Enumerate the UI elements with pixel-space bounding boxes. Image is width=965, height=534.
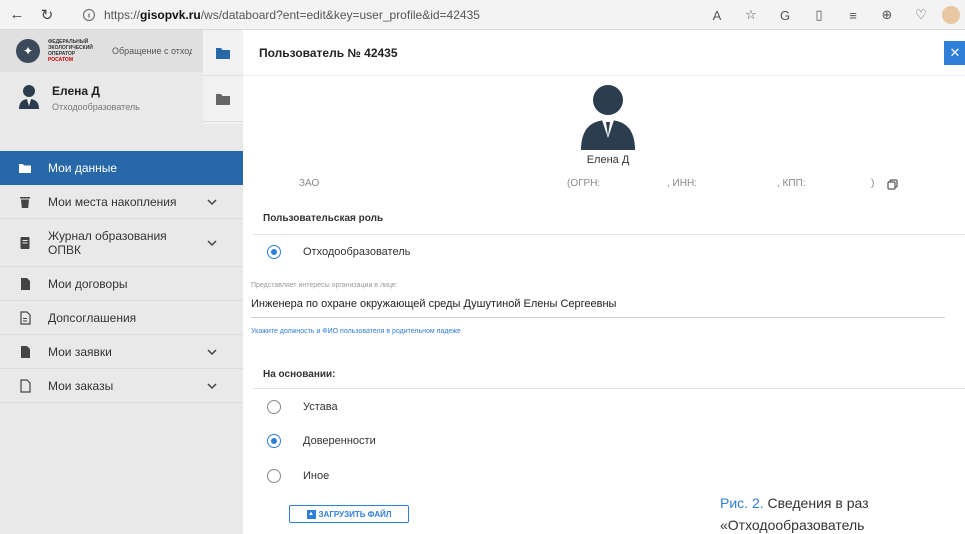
represent-input[interactable]: Инженера по охране окружающей среды Душу… [251,298,616,310]
basis-section-title: На основании: [263,369,336,380]
folder-strip [203,30,243,124]
basis-option-label: Иное [303,470,330,482]
user-profile-panel: Пользователь № 42435 ✕ Елена Д ЗАО (ОГРН… [243,30,965,534]
upload-icon: ▲ [306,509,316,519]
sidebar-menu: Мои данные Мои места накопления Журнал о… [0,151,243,403]
folder-icon [216,93,230,105]
org-close-paren: ) [871,178,875,189]
file-outline-icon [20,378,31,393]
sidebar-item-storage-places[interactable]: Мои места накопления [0,185,243,219]
panel-title: Пользователь № 42435 [243,30,965,76]
read-aloud-icon[interactable]: A [700,0,734,30]
profile-avatar[interactable] [942,6,960,24]
caption-text: Сведения в раз [763,495,869,511]
rosatom-logo-icon[interactable]: ✦ [16,39,40,63]
strip-item-active[interactable] [203,30,243,76]
represent-hint: Укажите должность и ФИО пользователя в р… [251,328,461,335]
service-notice: Обращение с отход I и II классов опасн [112,45,192,56]
profile-avatar-icon [581,85,635,150]
org-ogrn: (ОГРН: [567,178,601,189]
browser-actions: A ☆ G ▯ ≡ ⊕ ♡ [700,0,960,30]
chevron-down-icon[interactable] [207,197,217,207]
document-icon [21,277,30,290]
copy-icon[interactable] [887,179,898,190]
sidebar-item-my-data[interactable]: Мои данные [0,151,243,185]
site-info-icon[interactable] [82,8,96,22]
organization-details: ЗАО (ОГРН: , ИНН: , КПП: ) [299,178,919,194]
chevron-down-icon[interactable] [207,238,217,248]
browser-essentials-icon[interactable]: ♡ [904,0,938,30]
basis-radio[interactable] [267,400,281,414]
back-arrow-icon[interactable]: ← [4,2,30,28]
address-bar[interactable]: https://gisopvk.ru/ws/databoard?ent=edit… [82,4,692,26]
sidebar-item-requests[interactable]: Мои заявки [0,335,243,369]
divider [253,234,965,235]
basis-option-power-of-attorney[interactable]: Доверенности [267,432,376,450]
chevron-down-icon[interactable] [207,347,217,357]
user-name: Елена Д [52,84,100,98]
role-radio[interactable] [267,245,281,259]
file-icon [21,345,30,358]
close-button[interactable]: ✕ [944,41,965,65]
role-option-label: Отходообразователь [303,246,411,258]
extension-icon[interactable]: G [768,0,802,30]
favorite-star-icon[interactable]: ☆ [734,0,768,30]
represent-label: Представляет интересы организации в лице… [251,282,398,289]
folder-icon [19,164,31,173]
basis-radio[interactable] [267,469,281,483]
role-option[interactable]: Отходообразователь [267,243,410,261]
upload-file-button[interactable]: ▲ ЗАГРУЗИТЬ ФАЙЛ [289,505,409,523]
user-avatar-icon [19,85,39,109]
divider [253,388,965,389]
sidebar-item-supplements[interactable]: Допсоглашения [0,301,243,335]
basis-option-other[interactable]: Иное [267,467,329,485]
split-screen-icon[interactable]: ▯ [802,0,836,30]
figure-number: Рис. 2. [720,495,764,511]
profile-name: Елена Д [586,154,630,166]
org-kpp: , КПП: [777,178,806,189]
trash-icon [20,196,30,208]
user-role: Отходообразователь [52,102,140,112]
browser-toolbar: ← ↻ https://gisopvk.ru/ws/databoard?ent=… [0,0,965,30]
collections-icon[interactable]: ⊕ [870,0,904,30]
url-path: /ws/databoard?ent=edit&key=user_profile&… [200,8,480,22]
url-host: gisopvk.ru [140,8,201,22]
folder-icon [216,47,230,59]
sidebar-item-opvk-journal[interactable]: Журнал образования ОПВК [0,219,243,267]
sidebar-item-contracts[interactable]: Мои договоры [0,267,243,301]
user-card[interactable]: Елена Д Отходообразователь [0,74,203,124]
document-outline-icon [20,310,31,325]
url-prefix: https:// [104,8,141,22]
basis-option-label: Устава [303,401,338,413]
input-underline [251,317,945,318]
basis-option-charter[interactable]: Устава [267,398,338,416]
journal-icon [20,236,30,249]
reload-icon[interactable]: ↻ [34,2,60,28]
favorites-list-icon[interactable]: ≡ [836,0,870,30]
caption-line2: «Отходообразователь [720,517,865,533]
org-type: ЗАО [299,178,320,189]
basis-option-label: Доверенности [303,435,376,447]
chevron-down-icon[interactable] [207,381,217,391]
org-inn: , ИНН: [667,178,697,189]
basis-radio[interactable] [267,434,281,448]
role-section-title: Пользовательская роль [263,213,384,224]
logo-text: ФЕДЕРАЛЬНЫЙ ЭКОЛОГИЧЕСКИЙ ОПЕРАТОР РОСАТ… [48,39,93,63]
sidebar-item-orders[interactable]: Мои заказы [0,369,243,403]
figure-caption: Рис. 2. Сведения в раз «Отходообразовате… [720,492,965,534]
strip-item[interactable] [203,76,243,122]
